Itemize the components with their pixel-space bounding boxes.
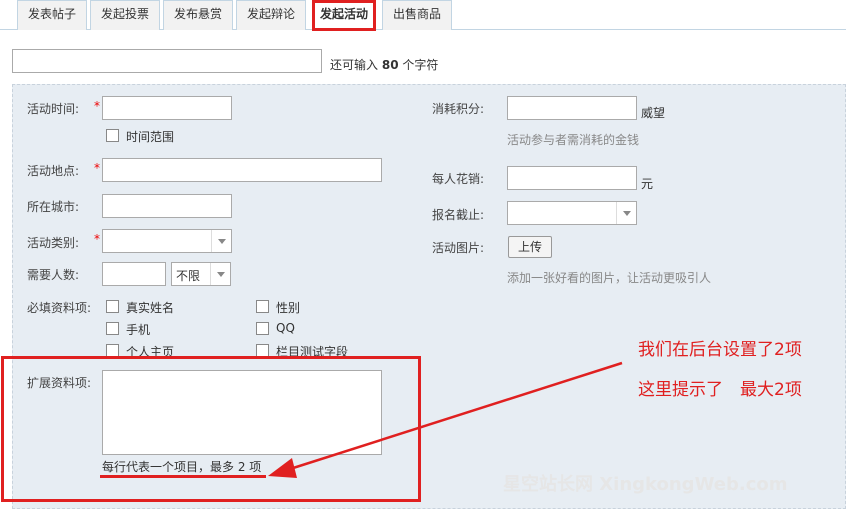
tab-post-thread[interactable]: 发表帖子 — [17, 0, 87, 30]
time-range-label: 时间范围 — [126, 130, 175, 144]
activity-category-label: 活动类别: — [27, 236, 80, 250]
people-count-label: 需要人数: — [27, 268, 80, 282]
required-field-checkbox[interactable] — [256, 300, 269, 313]
tab-post-activity[interactable]: 发起活动 — [312, 0, 376, 31]
required-mark: * — [94, 232, 100, 246]
chevron-down-icon — [211, 230, 231, 252]
required-mark: * — [94, 99, 100, 113]
cost-unit: 元 — [641, 177, 654, 191]
credit-cost-hint: 活动参与者需消耗的金钱 — [507, 133, 640, 147]
annotation-text-line1: 我们在后台设置了2项 — [638, 340, 802, 360]
per-person-cost-label: 每人花销: — [432, 172, 485, 186]
required-field-checkbox[interactable] — [106, 300, 119, 313]
required-field-label: QQ — [276, 321, 295, 335]
tab-post-reward[interactable]: 发布悬赏 — [163, 0, 233, 30]
watermark: 星空站长网 XingkongWeb.com — [503, 474, 788, 495]
time-range-checkbox[interactable] — [106, 129, 119, 142]
activity-category-select[interactable] — [102, 229, 232, 253]
upload-button[interactable]: 上传 — [508, 236, 553, 258]
required-fields-label: 必填资料项: — [27, 301, 92, 315]
activity-image-hint: 添加一张好看的图片，让活动更吸引人 — [507, 271, 712, 285]
activity-place-input[interactable] — [102, 158, 382, 182]
required-field-checkbox[interactable] — [106, 322, 119, 335]
credit-cost-label: 消耗积分: — [432, 102, 485, 116]
activity-city-label: 所在城市: — [27, 200, 80, 214]
credit-unit: 威望 — [641, 106, 666, 120]
signup-deadline-label: 报名截止: — [432, 208, 485, 222]
activity-time-input[interactable] — [102, 96, 232, 120]
gender-limit-select[interactable]: 不限 — [171, 262, 231, 286]
activity-time-label: 活动时间: — [27, 102, 80, 116]
tab-post-trade[interactable]: 出售商品 — [382, 0, 452, 30]
annotation-highlight-box — [1, 356, 421, 502]
required-field-label: 真实姓名 — [126, 301, 175, 315]
people-count-input[interactable] — [102, 262, 166, 286]
gender-limit-value: 不限 — [176, 269, 201, 283]
annotation-underline — [100, 475, 266, 478]
activity-city-input[interactable] — [102, 194, 232, 218]
tab-post-debate[interactable]: 发起辩论 — [236, 0, 306, 30]
chevron-down-icon — [616, 202, 636, 224]
required-field-checkbox[interactable] — [256, 322, 269, 335]
chevron-down-icon — [210, 263, 230, 285]
activity-image-label: 活动图片: — [432, 241, 485, 255]
annotation-text-line2: 这里提示了 最大2项 — [638, 380, 802, 400]
tab-post-poll[interactable]: 发起投票 — [90, 0, 160, 30]
required-field-label: 手机 — [126, 323, 151, 337]
subject-remaining-hint: 还可输入 80 个字符 — [330, 58, 439, 72]
signup-deadline-select[interactable] — [507, 201, 637, 225]
credit-cost-input[interactable] — [507, 96, 637, 120]
subject-input[interactable] — [12, 49, 322, 73]
activity-place-label: 活动地点: — [27, 164, 80, 178]
required-mark: * — [94, 161, 100, 175]
per-person-cost-input[interactable] — [507, 166, 637, 190]
post-type-tabbar: 发表帖子 发起投票 发布悬赏 发起辩论 发起活动 出售商品 — [0, 0, 846, 31]
required-field-label: 性别 — [276, 301, 301, 315]
